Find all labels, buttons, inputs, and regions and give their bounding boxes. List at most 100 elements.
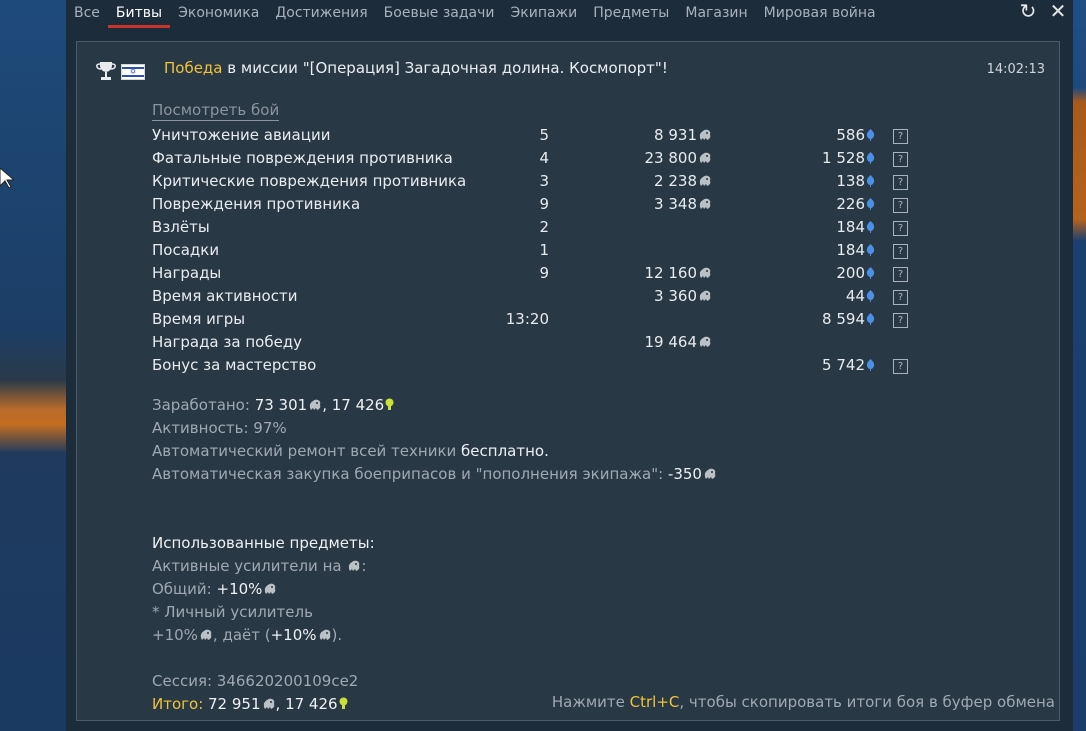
stat-label: Фатальные повреждения противника [152, 149, 453, 167]
stat-silver: 23 800 [597, 149, 712, 167]
stat-rp: 200 [777, 264, 875, 282]
refresh-icon[interactable]: ↻ [1015, 0, 1041, 24]
stat-silver: 3 360 [597, 287, 712, 305]
help-icon[interactable]: ? [893, 175, 908, 190]
stat-rp-value: 586 [836, 126, 865, 144]
research-points-icon [866, 265, 875, 279]
research-points-icon [866, 219, 875, 233]
trophy-icon [96, 62, 116, 80]
rp-bulb-icon [385, 397, 394, 410]
silver-lions-icon [698, 197, 712, 211]
stat-rp: 8 594 [777, 310, 875, 328]
stat-rp-value: 200 [836, 264, 865, 282]
copy-hint: Нажмите Ctrl+C, чтобы скопировать итоги … [551, 693, 1055, 711]
help-icon[interactable]: ? [893, 267, 908, 282]
stat-label: Повреждения противника [152, 195, 361, 213]
total-label: Итого: [152, 695, 204, 713]
view-battle-link[interactable]: Посмотреть бой [152, 101, 280, 121]
stat-rp: 44 [777, 287, 875, 305]
research-points-icon [866, 127, 875, 141]
stat-row: Фатальные повреждения противника 4 23 800 1… [77, 149, 1059, 172]
tab-4[interactable]: Боевые задачи [376, 0, 503, 28]
silver-lions-icon [262, 697, 276, 711]
tab-2[interactable]: Экономика [170, 0, 267, 28]
tab-0[interactable]: Все [66, 0, 108, 28]
silver-lions-icon [698, 128, 712, 142]
research-points-icon [866, 242, 875, 256]
help-icon[interactable]: ? [893, 152, 908, 167]
victory-label: Победа [164, 59, 223, 77]
personal-booster-label: * Личный усилитель [152, 603, 313, 621]
research-points-icon [866, 196, 875, 210]
tab-7[interactable]: Магазин [677, 0, 755, 28]
stat-rp: 586 [777, 126, 875, 144]
stat-count: 13:20 [505, 310, 549, 328]
help-icon[interactable]: ? [893, 359, 908, 374]
stat-label: Награды [152, 264, 222, 282]
tab-5[interactable]: Экипажи [502, 0, 585, 28]
help-icon[interactable]: ? [893, 198, 908, 213]
silver-lions-icon [698, 335, 712, 349]
stat-silver-value: 19 464 [644, 333, 698, 351]
total-line: Итого: 72 951, 17 426 [152, 695, 348, 713]
stat-label: Уничтожение авиации [152, 126, 331, 144]
stat-label: Награда за победу [152, 333, 303, 351]
battle-time: 14:02:13 [986, 62, 1045, 77]
result-header: ✡ Победа в миссии "[Операция] Загадочная… [77, 42, 1059, 92]
silver-lions-icon [318, 628, 332, 642]
tab-1[interactable]: Битвы [107, 0, 171, 28]
tab-6[interactable]: Предметы [585, 0, 677, 28]
background-left [0, 0, 66, 731]
stat-silver: 3 348 [597, 195, 712, 213]
stat-rp-value: 5 742 [822, 356, 865, 374]
stat-label: Критические повреждения противника [152, 172, 467, 190]
research-points-icon [866, 357, 875, 371]
help-icon[interactable]: ? [893, 244, 908, 259]
stat-silver-value: 23 800 [644, 149, 698, 167]
stat-label: Взлёты [152, 218, 210, 236]
help-icon[interactable]: ? [893, 313, 908, 328]
general-booster-line: Общий: +10% [152, 580, 277, 598]
stat-row: Награды 9 12 160 200? [77, 264, 1059, 287]
stat-row: Время игры 13:20 8 594? [77, 310, 1059, 333]
stat-rp-value: 138 [836, 172, 865, 190]
session-line: Сессия: 346620200109ce2 [152, 672, 359, 690]
silver-lions-icon [698, 289, 712, 303]
israel-flag-icon: ✡ [121, 64, 145, 80]
stat-rp: 138 [777, 172, 875, 190]
stat-row: Бонус за мастерство 5 742? [77, 356, 1059, 379]
stat-silver-value: 8 931 [654, 126, 697, 144]
stat-silver-value: 3 360 [654, 287, 697, 305]
silver-lions-icon [199, 628, 213, 642]
stat-label: Время игры [152, 310, 246, 328]
silver-lions-icon [698, 151, 712, 165]
help-icon[interactable]: ? [893, 290, 908, 305]
close-icon[interactable]: ✕ [1045, 0, 1071, 24]
stat-silver: 19 464 [597, 333, 712, 351]
stat-count: 1 [539, 241, 549, 259]
stat-count: 5 [539, 126, 549, 144]
stat-silver: 12 160 [597, 264, 712, 282]
stat-silver-value: 3 348 [654, 195, 697, 213]
total-rp: 17 426 [285, 695, 338, 713]
help-icon[interactable]: ? [893, 129, 908, 144]
tab-3[interactable]: Достижения [267, 0, 375, 28]
stat-silver: 8 931 [597, 126, 712, 144]
stat-rp: 226 [777, 195, 875, 213]
silver-lions-icon [698, 174, 712, 188]
help-icon[interactable]: ? [893, 221, 908, 236]
tab-bar: Все Битвы Экономика Достижения Боевые задачи… [66, 0, 1073, 28]
stat-rp-value: 184 [836, 218, 865, 236]
stat-rp-value: 226 [836, 195, 865, 213]
stat-row: Посадки 1 184? [77, 241, 1059, 264]
stat-row: Награда за победу 19 464 [77, 333, 1059, 356]
copy-shortcut: Ctrl+C [629, 693, 680, 711]
tab-8[interactable]: Мировая война [756, 0, 884, 28]
stat-count: 4 [539, 149, 549, 167]
research-points-icon [866, 173, 875, 187]
stat-rp-value: 184 [836, 241, 865, 259]
items-heading: Использованные предметы: [152, 534, 375, 552]
silver-lions-icon [347, 559, 361, 573]
total-silver: 72 951 [203, 695, 261, 713]
stat-silver-value: 12 160 [644, 264, 698, 282]
